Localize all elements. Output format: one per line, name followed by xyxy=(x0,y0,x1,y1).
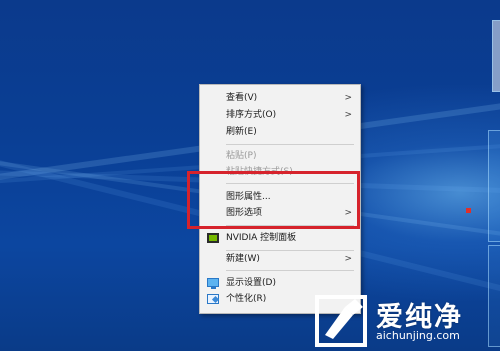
chevron-right-icon: > xyxy=(344,110,352,120)
site-watermark: 爱纯净 aichunjing.com xyxy=(309,293,500,351)
menu-item-display-settings[interactable]: 显示设置(D) xyxy=(200,275,360,291)
red-marker xyxy=(466,208,471,213)
red-highlight-box xyxy=(187,171,360,229)
menu-separator xyxy=(226,144,354,145)
aichunjing-logo-icon xyxy=(315,295,367,347)
personalize-icon xyxy=(207,294,219,304)
windows-logo-pane xyxy=(488,130,500,242)
menu-item-refresh[interactable]: 刷新(E) xyxy=(200,124,360,140)
menu-item-paste: 粘贴(P) xyxy=(226,151,257,161)
menu-item-nvidia-control-panel[interactable]: NVIDIA 控制面板 xyxy=(200,230,360,246)
menu-item-view[interactable]: 查看(V) > xyxy=(200,90,360,106)
chevron-right-icon: > xyxy=(344,93,352,103)
windows-logo-pane xyxy=(492,20,500,92)
menu-separator xyxy=(226,270,354,271)
chevron-right-icon: > xyxy=(344,254,352,264)
menu-item-new[interactable]: 新建(W) > xyxy=(200,251,360,267)
watermark-url: aichunjing.com xyxy=(376,329,460,342)
nvidia-icon xyxy=(207,233,219,243)
display-settings-icon xyxy=(207,278,219,289)
menu-item-sort-by[interactable]: 排序方式(O) > xyxy=(200,107,360,123)
